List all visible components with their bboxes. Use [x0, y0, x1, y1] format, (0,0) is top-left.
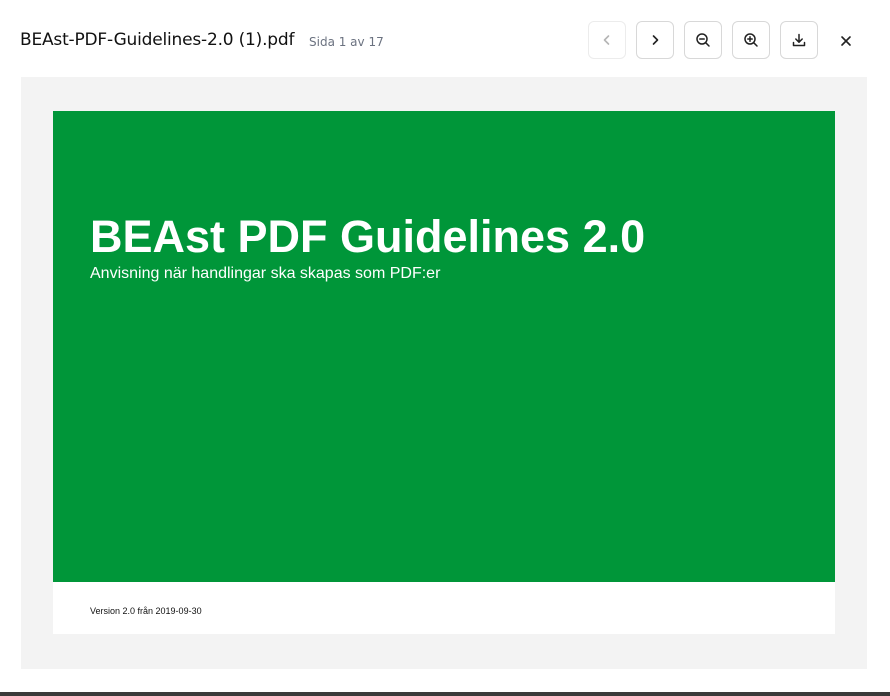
document-subtitle: Anvisning när handlingar ska skapas som … — [90, 265, 441, 282]
close-button[interactable] — [830, 25, 862, 57]
document-viewport[interactable]: BEAst PDF Guidelines 2.0 Anvisning när h… — [21, 77, 867, 669]
previous-page-button[interactable] — [588, 21, 626, 59]
pdf-viewer-dialog: BEAst-PDF-Guidelines-2.0 (1).pdf Sida 1 … — [0, 0, 890, 693]
viewer-header: BEAst-PDF-Guidelines-2.0 (1).pdf Sida 1 … — [0, 0, 890, 80]
zoom-out-button[interactable] — [684, 21, 722, 59]
cover-panel: BEAst PDF Guidelines 2.0 Anvisning när h… — [53, 111, 835, 582]
next-page-button[interactable] — [636, 21, 674, 59]
download-icon — [791, 32, 807, 48]
pdf-page: BEAst PDF Guidelines 2.0 Anvisning när h… — [53, 111, 835, 634]
window-bottom-edge — [0, 692, 890, 696]
chevron-right-icon — [648, 33, 662, 47]
zoom-in-button[interactable] — [732, 21, 770, 59]
file-title: BEAst-PDF-Guidelines-2.0 (1).pdf — [20, 30, 295, 50]
zoom-in-icon — [743, 32, 759, 48]
document-title: BEAst PDF Guidelines 2.0 — [90, 211, 646, 262]
close-icon — [839, 34, 853, 48]
version-line: Version 2.0 från 2019-09-30 — [90, 606, 202, 616]
chevron-left-icon — [600, 33, 614, 47]
zoom-out-icon — [695, 32, 711, 48]
page-indicator: Sida 1 av 17 — [309, 35, 384, 49]
download-button[interactable] — [780, 21, 818, 59]
